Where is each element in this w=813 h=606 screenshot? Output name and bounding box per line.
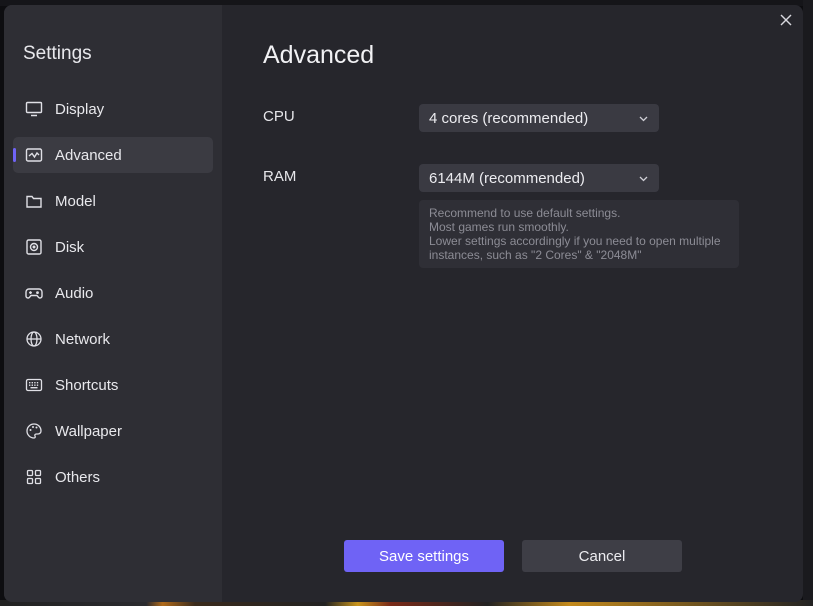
monitor-icon: [25, 100, 43, 118]
background-app-edge: [803, 0, 813, 606]
close-icon: [780, 13, 792, 31]
close-button[interactable]: [777, 13, 795, 31]
sidebar-item-network[interactable]: Network: [13, 321, 213, 357]
sidebar-item-label: Shortcuts: [55, 376, 119, 394]
keyboard-icon: [25, 376, 43, 394]
sidebar-item-label: Audio: [55, 284, 94, 302]
sidebar-item-label: Model: [55, 192, 96, 210]
grid-icon: [25, 468, 43, 486]
sidebar-item-model[interactable]: Model: [13, 183, 213, 219]
sidebar-item-label: Disk: [55, 238, 85, 256]
chevron-down-icon: [638, 173, 649, 184]
note-line: instances, such as "2 Cores" & "2048M": [429, 248, 642, 262]
save-settings-button[interactable]: Save settings: [344, 540, 504, 572]
active-indicator: [13, 148, 16, 162]
sidebar-item-label: Display: [55, 100, 105, 118]
cpu-label: CPU: [263, 108, 295, 125]
note-line: Lower settings accordingly if you need t…: [429, 234, 721, 248]
ram-label: RAM: [263, 168, 297, 185]
globe-icon: [25, 330, 43, 348]
sidebar-item-label: Wallpaper: [55, 422, 122, 440]
palette-icon: [25, 422, 43, 440]
disk-icon: [25, 238, 43, 256]
sidebar-item-label: Others: [55, 468, 101, 486]
sidebar-item-label: Network: [55, 330, 111, 348]
sidebar-item-wallpaper[interactable]: Wallpaper: [13, 413, 213, 449]
settings-dialog: Settings Display Advanced Model Disk Aud…: [4, 5, 803, 602]
note-line: Most games run smoothly.: [429, 220, 569, 234]
recommendation-note: Recommend to use default settings. Most …: [419, 200, 739, 268]
folder-icon: [25, 192, 43, 210]
sidebar-item-shortcuts[interactable]: Shortcuts: [13, 367, 213, 403]
sidebar-item-disk[interactable]: Disk: [13, 229, 213, 265]
sidebar-item-audio[interactable]: Audio: [13, 275, 213, 311]
sidebar-title: Settings: [23, 43, 92, 64]
cpu-select[interactable]: 4 cores (recommended): [419, 104, 659, 132]
note-line: Recommend to use default settings.: [429, 206, 621, 220]
sidebar-item-label: Advanced: [55, 146, 122, 164]
chevron-down-icon: [638, 113, 649, 124]
cpu-select-value: 4 cores (recommended): [429, 109, 589, 127]
cancel-button[interactable]: Cancel: [522, 540, 682, 572]
page-title: Advanced: [263, 41, 375, 69]
gamepad-icon: [25, 284, 43, 302]
sidebar-item-display[interactable]: Display: [13, 91, 213, 127]
settings-nav: Display Advanced Model Disk Audio Networ…: [4, 91, 222, 505]
settings-sidebar: Settings Display Advanced Model Disk Aud…: [4, 5, 222, 602]
ram-select[interactable]: 6144M (recommended): [419, 164, 659, 192]
sidebar-item-advanced[interactable]: Advanced: [13, 137, 213, 173]
sidebar-item-others[interactable]: Others: [13, 459, 213, 495]
ram-select-value: 6144M (recommended): [429, 169, 585, 187]
advanced-icon: [25, 146, 43, 164]
